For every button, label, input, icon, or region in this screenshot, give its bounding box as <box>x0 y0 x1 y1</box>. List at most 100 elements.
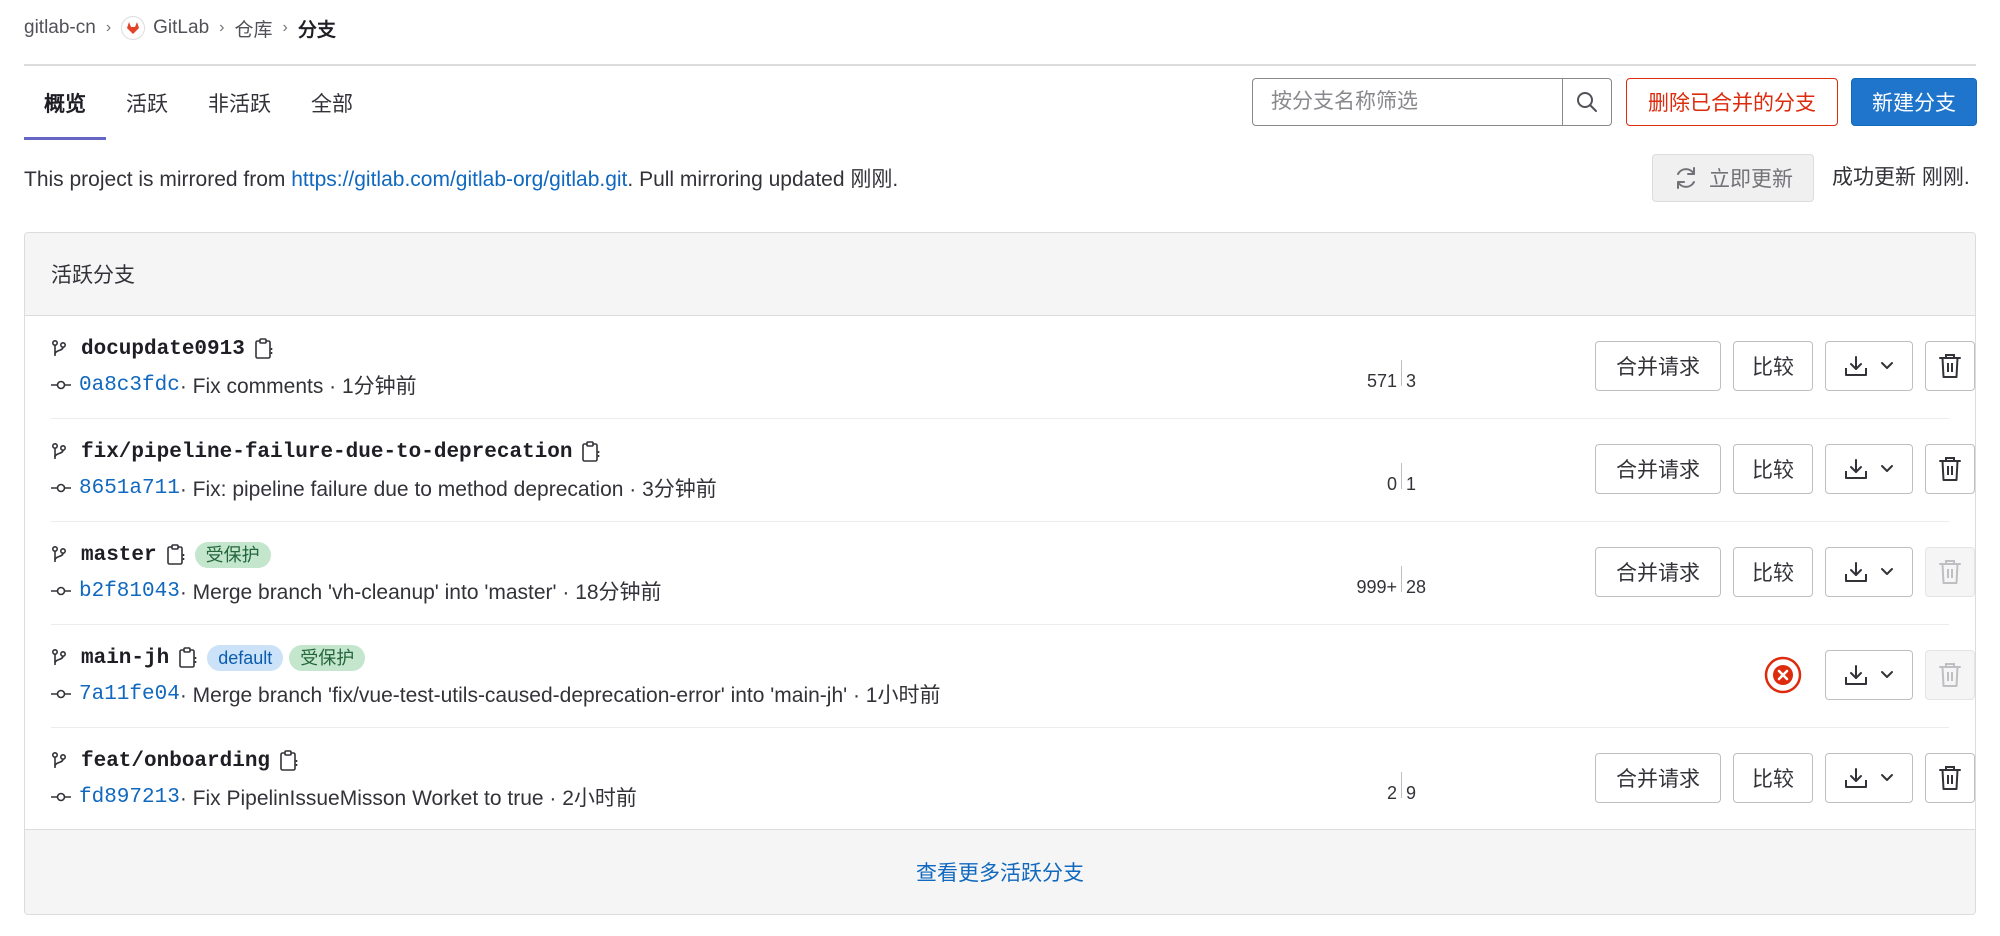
branch-icon <box>51 649 69 667</box>
breadcrumb-separator-icon: › <box>282 19 288 36</box>
commit-sha-link[interactable]: 7a11fe04 <box>79 683 180 706</box>
commit-sha-link[interactable]: 8651a711 <box>79 477 180 500</box>
merge-request-button[interactable]: 合并请求 <box>1595 753 1721 803</box>
pipeline-status-failed[interactable] <box>1763 655 1803 695</box>
mirror-suffix: . Pull mirroring updated 刚刚. <box>627 168 899 191</box>
status-failed-icon <box>1764 656 1802 694</box>
branch-icon <box>51 752 69 770</box>
commits-ahead: 9 <box>1406 783 1417 803</box>
update-now-button[interactable]: 立即更新 <box>1652 154 1814 202</box>
merge-request-button[interactable]: 合并请求 <box>1595 341 1721 391</box>
tab-all[interactable]: 全部 <box>291 66 373 140</box>
mirror-source-link[interactable]: https://gitlab.com/gitlab-org/gitlab.git <box>291 168 627 191</box>
refresh-icon <box>1677 167 1695 189</box>
breadcrumb: gitlab-cn › GitLab › 仓库 › 分支 <box>24 12 336 44</box>
protected-badge: 受保护 <box>194 542 271 568</box>
breadcrumb-separator-icon: › <box>105 19 112 36</box>
download-icon <box>1845 665 1867 685</box>
commit-sha-link[interactable]: 0a8c3fdc <box>79 374 180 397</box>
breadcrumb-separator-icon: › <box>219 19 225 36</box>
download-dropdown[interactable] <box>1825 444 1913 494</box>
divergence-graph: 0 1 <box>1321 455 1416 495</box>
chevron-down-icon <box>1880 773 1894 783</box>
commit-sha-link[interactable]: fd897213 <box>79 786 180 809</box>
download-icon <box>1845 768 1867 788</box>
branch-name-link[interactable]: main-jh <box>81 647 169 670</box>
new-branch-button[interactable]: 新建分支 <box>1851 78 1977 126</box>
branch-name-link[interactable]: feat/onboarding <box>81 750 270 773</box>
commit-meta: · Fix PipelinIssueMisson Worket to true … <box>179 787 637 810</box>
commits-behind: 571 <box>1366 371 1397 391</box>
delete-branch-button[interactable] <box>1925 753 1975 803</box>
merge-request-button[interactable]: 合并请求 <box>1595 444 1721 494</box>
branch-search <box>1252 78 1612 126</box>
trash-icon <box>1939 766 1961 790</box>
commit-icon <box>51 380 73 390</box>
copy-icon[interactable] <box>280 750 298 772</box>
branch-row: docupdate0913 0a8c3fdc · Fix comments · … <box>51 316 1975 419</box>
copy-icon[interactable] <box>179 647 197 669</box>
copy-icon[interactable] <box>166 544 185 566</box>
branch-icon <box>51 443 69 461</box>
commit-meta: · Fix comments · 1分钟前 <box>179 375 417 398</box>
merge-request-button[interactable]: 合并请求 <box>1595 547 1721 597</box>
mirror-info: This project is mirrored from https://gi… <box>24 162 898 198</box>
project-avatar-icon <box>121 16 146 40</box>
trash-icon <box>1939 663 1961 687</box>
trash-icon <box>1939 457 1961 481</box>
commits-ahead: 3 <box>1406 371 1417 391</box>
panel-footer: 查看更多活跃分支 <box>25 829 1975 914</box>
breadcrumb-current: 分支 <box>297 19 336 41</box>
compare-button[interactable]: 比较 <box>1733 547 1813 597</box>
commit-meta: · Merge branch 'vh-cleanup' into 'master… <box>179 581 662 604</box>
delete-branch-button[interactable] <box>1925 341 1975 391</box>
tab-active[interactable]: 活跃 <box>106 66 188 140</box>
breadcrumb-item-repository[interactable]: 仓库 <box>234 15 272 42</box>
commit-icon <box>51 483 73 493</box>
search-icon <box>1577 92 1597 112</box>
download-dropdown[interactable] <box>1825 753 1913 803</box>
branch-name-link[interactable]: master <box>81 544 157 567</box>
download-icon <box>1845 562 1867 582</box>
default-badge: default <box>207 645 284 671</box>
commit-icon <box>51 586 73 596</box>
branch-row: feat/onboarding fd897213 · Fix PipelinIs… <box>51 728 1975 831</box>
branch-icon <box>51 340 69 358</box>
delete-branch-button <box>1925 547 1975 597</box>
active-branches-panel: 活跃分支 docupdate0913 0a8c3fdc · Fix commen… <box>24 232 1976 915</box>
branch-search-input[interactable] <box>1253 79 1562 125</box>
breadcrumb-item-group[interactable]: gitlab-cn <box>24 17 96 39</box>
branch-name-link[interactable]: fix/pipeline-failure-due-to-deprecation <box>81 441 572 464</box>
copy-icon[interactable] <box>255 338 273 360</box>
commit-sha-link[interactable]: b2f81043 <box>79 580 180 603</box>
compare-button[interactable]: 比较 <box>1733 341 1813 391</box>
breadcrumb-item-project[interactable]: GitLab <box>153 17 209 39</box>
copy-icon[interactable] <box>582 441 600 463</box>
download-dropdown[interactable] <box>1825 341 1913 391</box>
download-dropdown[interactable] <box>1825 650 1913 700</box>
divergence-graph: 571 3 <box>1321 352 1416 392</box>
branch-icon <box>51 546 69 564</box>
trash-icon <box>1939 354 1961 378</box>
commits-behind: 2 <box>1386 783 1397 803</box>
compare-button[interactable]: 比较 <box>1733 753 1813 803</box>
chevron-down-icon <box>1880 464 1894 474</box>
update-now-label: 立即更新 <box>1709 168 1793 191</box>
branch-tabs: 概览 活跃 非活跃 全部 <box>24 66 373 140</box>
delete-branch-button[interactable] <box>1925 444 1975 494</box>
search-button[interactable] <box>1562 79 1611 125</box>
view-more-active-branches-link[interactable]: 查看更多活跃分支 <box>916 857 1084 887</box>
branch-name-link[interactable]: docupdate0913 <box>81 338 245 361</box>
commits-ahead: 28 <box>1406 577 1427 597</box>
branch-list: docupdate0913 0a8c3fdc · Fix comments · … <box>25 316 1975 831</box>
divergence-graph: 999+ 28 <box>1321 558 1426 598</box>
download-dropdown[interactable] <box>1825 547 1913 597</box>
tab-stale[interactable]: 非活跃 <box>188 66 291 140</box>
mirror-prefix: This project is mirrored from <box>24 168 292 191</box>
delete-merged-branches-button[interactable]: 删除已合并的分支 <box>1626 78 1838 126</box>
chevron-down-icon <box>1880 670 1894 680</box>
tab-overview[interactable]: 概览 <box>24 66 106 140</box>
compare-button[interactable]: 比较 <box>1733 444 1813 494</box>
panel-title: 活跃分支 <box>51 264 135 287</box>
commit-meta: · Fix: pipeline failure due to method de… <box>179 478 717 501</box>
